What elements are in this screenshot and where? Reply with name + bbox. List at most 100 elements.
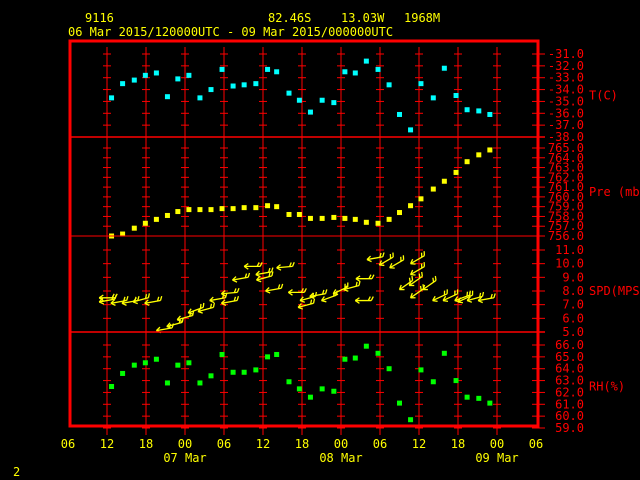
wind-barb-feather xyxy=(310,299,313,305)
temperature-point xyxy=(408,127,414,133)
pressure-point xyxy=(397,210,402,216)
pressure-point xyxy=(363,219,369,225)
pressure-point xyxy=(153,216,159,222)
y-tick-label: 756.0 xyxy=(548,229,584,243)
pressure-point xyxy=(219,206,225,212)
rh-point xyxy=(363,343,369,349)
temperature-point xyxy=(386,82,392,88)
rh-point xyxy=(352,355,358,361)
temperature-point xyxy=(363,58,369,64)
rh-point xyxy=(307,394,313,400)
pressure-point xyxy=(274,204,280,210)
rh-point xyxy=(375,350,381,356)
x-tick-label: 06 xyxy=(61,437,75,451)
rh-point xyxy=(331,388,337,394)
wind-barb-feather xyxy=(268,272,271,277)
temperature-point xyxy=(375,66,381,72)
frame-number: 2 xyxy=(13,465,20,479)
wind-barb-head xyxy=(442,299,449,303)
rh-point xyxy=(296,386,302,392)
rh-point xyxy=(164,380,170,386)
pressure-point xyxy=(296,211,302,217)
y-tick-label: 10.0 xyxy=(555,257,584,271)
pressure-point xyxy=(230,206,236,212)
rh-point xyxy=(286,379,292,385)
temperature-point xyxy=(453,93,459,98)
temperature-point xyxy=(265,66,271,72)
rh-point xyxy=(319,386,325,392)
temperature-point xyxy=(307,109,313,115)
station-elevation: 1968M xyxy=(404,11,440,25)
wind-barb-feather xyxy=(481,291,485,297)
temperature-point xyxy=(109,95,115,101)
wind-barb-feather xyxy=(411,275,414,281)
temperature-point xyxy=(441,65,447,71)
pressure-point xyxy=(164,212,170,218)
wind-barb-feather xyxy=(212,302,215,308)
rh-point xyxy=(230,369,236,375)
pressure-point xyxy=(253,205,259,211)
y-tick-label: 6.0 xyxy=(562,311,584,325)
temperature-point xyxy=(274,69,280,75)
rh-point xyxy=(265,354,271,360)
pressure-point xyxy=(331,214,337,220)
pressure-point xyxy=(418,196,424,202)
rh-point xyxy=(342,356,348,362)
x-tick-label: 06 xyxy=(529,437,543,451)
rh-point xyxy=(120,370,126,376)
rh-point xyxy=(219,351,225,357)
temperature-point xyxy=(230,83,236,89)
temperature-point xyxy=(120,81,126,87)
rh-point xyxy=(464,394,470,400)
wind-barb-feather xyxy=(312,298,316,304)
station-longitude: 13.03W xyxy=(341,11,385,25)
rh-point xyxy=(397,400,402,406)
wind-barb-feather xyxy=(147,293,150,298)
y-tick-label: 7.0 xyxy=(562,298,584,312)
meteogram: 9116 82.46S 13.03W 1968M 06 Mar 2015/120… xyxy=(0,0,640,480)
rh-point xyxy=(453,378,459,384)
rh-point xyxy=(408,417,414,423)
temperature-point xyxy=(418,81,424,87)
x-tick-label: 00 xyxy=(490,437,504,451)
wind-barb-feather xyxy=(355,281,358,287)
time-range: 06 Mar 2015/120000UTC - 09 Mar 2015/0000… xyxy=(68,25,393,39)
pressure-point xyxy=(386,216,392,222)
x-tick-label: 18 xyxy=(295,437,309,451)
rh-point xyxy=(197,380,203,386)
temperature-point xyxy=(319,97,325,103)
pressure-point xyxy=(319,215,325,221)
temperature-point xyxy=(487,111,493,117)
temperature-point xyxy=(186,72,192,78)
pressure-point xyxy=(453,169,459,175)
rh-point xyxy=(153,356,159,362)
pressure-point xyxy=(430,186,436,192)
y-axis-label: SPD(MPS) xyxy=(589,284,640,298)
temperature-point xyxy=(296,97,302,103)
rh-point xyxy=(186,360,192,366)
pressure-point xyxy=(408,203,414,209)
wind-barb-head xyxy=(333,293,339,296)
temperature-point xyxy=(342,69,348,75)
x-tick-label: 12 xyxy=(100,437,114,451)
temperature-point xyxy=(476,108,482,114)
pressure-point xyxy=(342,215,348,221)
pressure-point xyxy=(487,147,493,153)
wind-barb-feather xyxy=(432,277,435,283)
x-tick-label: 06 xyxy=(217,437,231,451)
y-axis-label: Pre (mb) xyxy=(589,185,640,199)
y-tick-label: 11.0 xyxy=(555,243,584,257)
wind-barb-feather xyxy=(271,271,274,277)
pressure-point xyxy=(142,220,148,226)
y-tick-label: 59.0 xyxy=(555,421,584,435)
rh-point xyxy=(241,369,247,375)
rh-point xyxy=(253,367,259,373)
pressure-point xyxy=(265,203,271,209)
y-axis-label: RH(%) xyxy=(589,380,625,394)
rh-point xyxy=(418,367,424,373)
temperature-point xyxy=(352,70,358,76)
temperature-point xyxy=(253,81,259,87)
station-latitude: 82.46S xyxy=(268,11,311,25)
temperature-point xyxy=(397,111,402,117)
pressure-point xyxy=(197,207,203,213)
